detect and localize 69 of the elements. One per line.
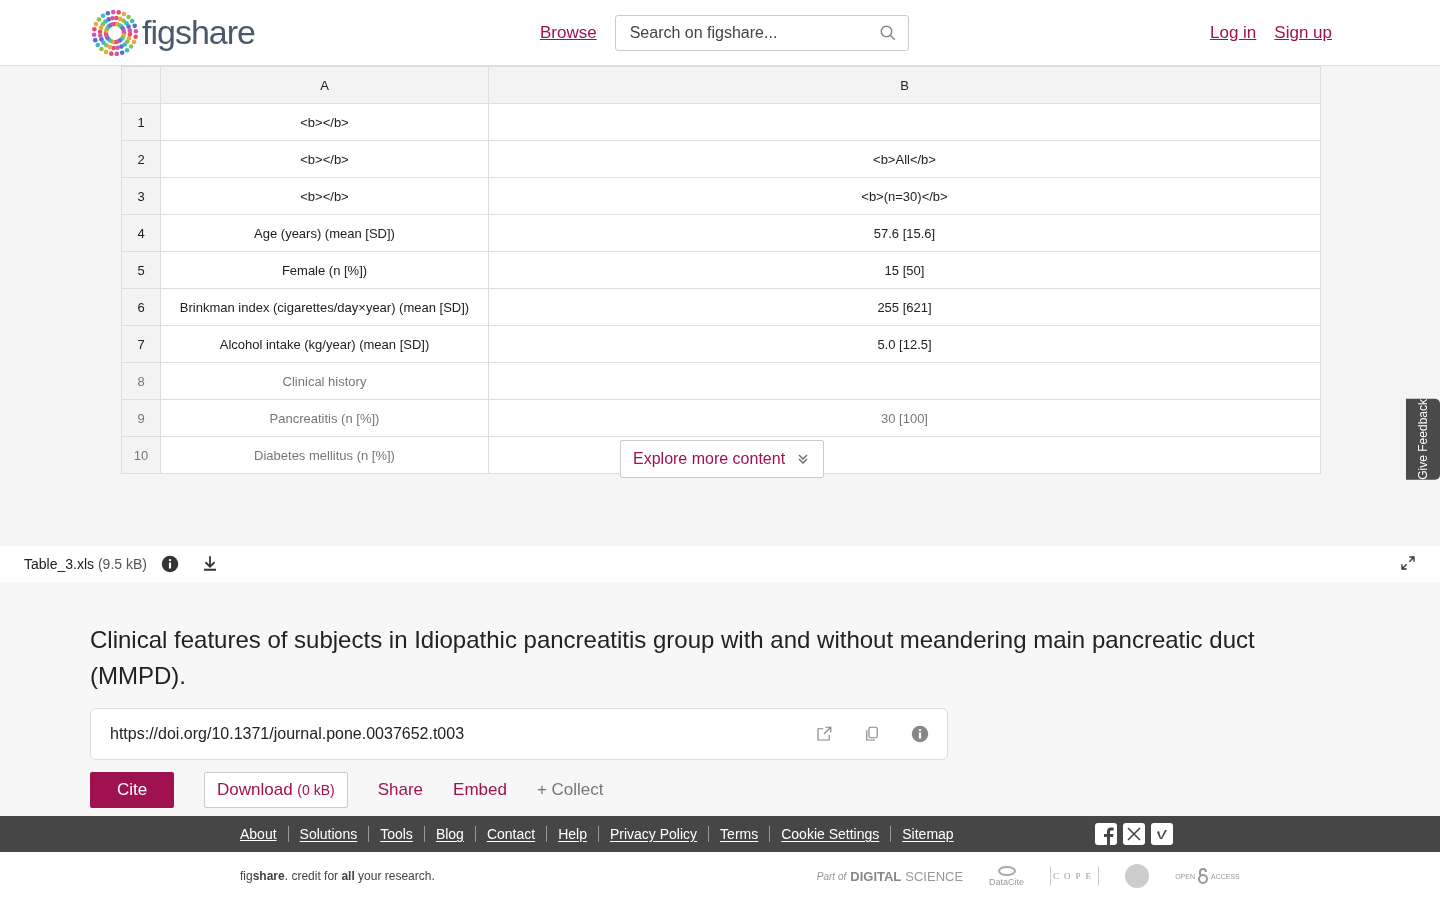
account-link[interactable]: Log in	[1210, 22, 1257, 43]
external-link-icon	[815, 725, 833, 743]
footer-link[interactable]: About	[240, 826, 277, 842]
table-cell: Female (n [%])	[160, 251, 489, 289]
search-field[interactable]: Search on figshare...	[614, 15, 909, 51]
item-title: Clinical features of subjects in Idiopathic pancreatitis group with and without meandering main pancreatic duct (MMPD).	[90, 625, 1256, 691]
row-number: 4	[121, 214, 161, 252]
expand-icon	[1400, 554, 1416, 571]
table-cell: 30 [100]	[488, 399, 1321, 437]
footer-link[interactable]: Solutions	[287, 826, 358, 842]
table-cell: Diabetes mellitus (n [%])	[160, 436, 489, 474]
table-cell: Alcohol intake (kg/year) (mean [SD])	[160, 325, 489, 363]
copy-icon	[863, 725, 881, 743]
explore-button[interactable]: Explore more content	[620, 440, 825, 478]
column-header: B	[488, 66, 1321, 104]
row-number: 9	[121, 399, 161, 437]
footer-link[interactable]: Blog	[423, 826, 464, 842]
account-link[interactable]: Sign up	[1274, 22, 1332, 43]
feedback-tab[interactable]: Give Feedback	[1406, 399, 1440, 480]
table-cell: 15 [50]	[488, 251, 1321, 289]
row-number: 8	[121, 362, 161, 400]
table-cell: <b></b>	[160, 140, 489, 178]
row-number: 1	[121, 103, 161, 141]
table-cell: Age (years) (mean [SD])	[160, 214, 489, 252]
footer-link[interactable]: Privacy Policy	[597, 826, 698, 842]
footer-link[interactable]: Contact	[474, 826, 536, 842]
table-cell: <b>(n=30)</b>	[488, 177, 1321, 215]
row-number: 6	[121, 288, 161, 326]
digital-science-logo: Part of DIGITAL SCIENCE	[816, 868, 964, 884]
footer-tagline: figshare. credit for all your research.	[240, 869, 435, 883]
table-cell: Pancreatitis (n [%])	[160, 399, 489, 437]
row-number: 5	[121, 251, 161, 289]
row-number: 7	[121, 325, 161, 363]
row-number: 3	[121, 177, 161, 215]
footer-link[interactable]: Help	[546, 826, 587, 842]
row-number: 2	[121, 140, 161, 178]
table-cell: 255 [621]	[488, 288, 1321, 326]
file-name: Table_3.xls (9.5 kB)	[24, 556, 147, 572]
logo-icon	[90, 7, 140, 58]
browse-link[interactable]: Browse	[540, 23, 597, 43]
table-cell: <b></b>	[160, 103, 489, 141]
vimeo-icon	[1150, 823, 1173, 845]
info-icon	[911, 725, 929, 743]
doi-field: https://doi.org/10.1371/journal.pone.0037652.t003	[90, 708, 948, 760]
action-link[interactable]: Share	[377, 780, 424, 800]
logo-wordmark: figshare	[142, 13, 255, 52]
table-cell: 57.6 [15.6]	[488, 214, 1321, 252]
table-cell: Brinkman index (cigarettes/day×year) (mean [SD])	[160, 288, 489, 326]
footer-link[interactable]: Sitemap	[890, 826, 954, 842]
cite-button[interactable]: Cite	[90, 772, 174, 808]
table-cell: <b>All</b>	[488, 140, 1321, 178]
collect-button[interactable]: + Collect	[536, 780, 604, 800]
footer-link[interactable]: Cookie Settings	[769, 826, 880, 842]
info-icon	[160, 555, 179, 573]
search-icon	[878, 24, 897, 42]
download-button[interactable]: Download (0 kB)	[204, 772, 348, 808]
column-header: A	[160, 66, 489, 104]
seal-logo	[1125, 864, 1150, 888]
table-cell: Clinical history	[160, 362, 489, 400]
facebook-icon	[1094, 823, 1117, 845]
table-cell: 5.0 [12.5]	[488, 325, 1321, 363]
x-icon	[1122, 823, 1145, 845]
footer-link[interactable]: Tools	[368, 826, 413, 842]
footer-link[interactable]: Terms	[708, 826, 759, 842]
row-number: 10	[121, 436, 161, 474]
datacite-logo: DataCite	[989, 865, 1025, 887]
cope-logo: COPE	[1050, 867, 1100, 885]
action-link[interactable]: Embed	[453, 780, 507, 800]
table-cell: <b></b>	[160, 177, 489, 215]
